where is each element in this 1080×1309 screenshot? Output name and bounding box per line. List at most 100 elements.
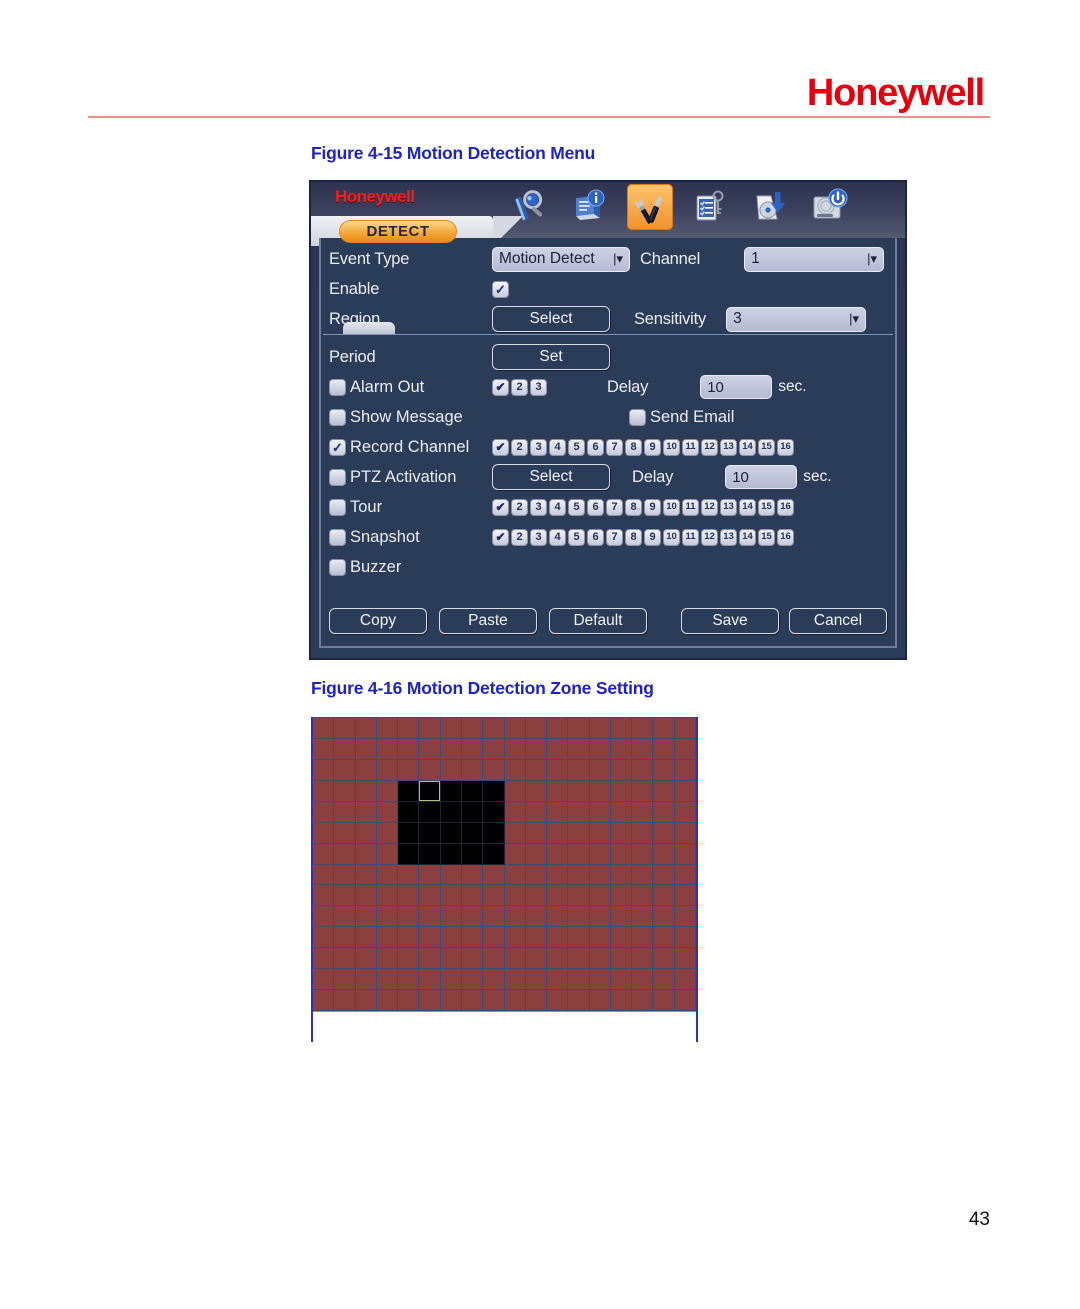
- zone-cell[interactable]: [547, 885, 569, 907]
- snapshot-checkbox[interactable]: [329, 528, 346, 546]
- zone-cell[interactable]: [653, 864, 675, 886]
- zone-cell[interactable]: [334, 906, 356, 928]
- zone-cell[interactable]: [376, 738, 399, 760]
- zone-cell[interactable]: [419, 801, 441, 823]
- zone-cell[interactable]: [355, 759, 377, 781]
- zone-cell[interactable]: [589, 738, 611, 760]
- zone-cell[interactable]: [419, 738, 441, 760]
- zone-cell[interactable]: [483, 864, 505, 886]
- channel-chip-7[interactable]: 7: [606, 438, 623, 456]
- zone-cell[interactable]: [419, 759, 441, 781]
- zone-cell[interactable]: [568, 780, 590, 802]
- zone-cell[interactable]: [589, 718, 611, 739]
- channel-chip-4[interactable]: 4: [549, 438, 566, 456]
- zone-cell[interactable]: [461, 843, 484, 865]
- zone-cell[interactable]: [610, 885, 633, 907]
- zone-cell[interactable]: [355, 843, 377, 865]
- zone-cell[interactable]: [483, 780, 505, 802]
- zone-cell[interactable]: [461, 927, 484, 949]
- zone-cell[interactable]: [440, 969, 462, 991]
- zone-cell[interactable]: [547, 738, 569, 760]
- zone-cell[interactable]: [461, 864, 484, 886]
- zone-cell[interactable]: [674, 990, 696, 1011]
- zone-cell[interactable]: [313, 906, 335, 928]
- zone-cell[interactable]: [547, 822, 569, 844]
- zone-cell[interactable]: [589, 969, 611, 991]
- settings-icon[interactable]: [627, 184, 673, 230]
- zone-cell[interactable]: [674, 822, 696, 844]
- zone-cell[interactable]: [504, 759, 526, 781]
- zone-cell[interactable]: [461, 738, 484, 760]
- zone-cell[interactable]: [504, 780, 526, 802]
- zone-cell[interactable]: [313, 822, 335, 844]
- zone-cell[interactable]: [334, 990, 356, 1011]
- snapshot-channel-chips[interactable]: ✔ 2 3 4 5 6 7 8 9 10 11 12 13 14 15 16: [492, 528, 796, 546]
- zone-cell[interactable]: [355, 718, 377, 739]
- zone-cell[interactable]: [355, 780, 377, 802]
- zone-cell[interactable]: [313, 969, 335, 991]
- channel-chip-15[interactable]: 15: [758, 498, 775, 516]
- zone-cell[interactable]: [313, 990, 335, 1011]
- zone-cell[interactable]: [376, 759, 399, 781]
- tab-detect[interactable]: DETECT: [339, 220, 457, 243]
- zone-cell[interactable]: [568, 948, 590, 970]
- zone-cell[interactable]: [632, 969, 654, 991]
- zone-cell[interactable]: [525, 822, 548, 844]
- zone-cell[interactable]: [334, 738, 356, 760]
- zone-cell[interactable]: [355, 990, 377, 1011]
- zone-cell[interactable]: [589, 759, 611, 781]
- zone-cell[interactable]: [334, 969, 356, 991]
- zone-cell[interactable]: [653, 969, 675, 991]
- channel-chip-8[interactable]: 8: [625, 438, 642, 456]
- zone-cell[interactable]: [674, 801, 696, 823]
- zone-cell[interactable]: [398, 864, 420, 886]
- zone-cell[interactable]: [674, 927, 696, 949]
- channel-select[interactable]: 1 |▾: [744, 246, 885, 272]
- channel-chip-9[interactable]: 9: [644, 528, 661, 546]
- record-channel-checkbox[interactable]: ✓: [329, 438, 346, 456]
- zone-cell[interactable]: [525, 864, 548, 886]
- zone-cell[interactable]: [461, 885, 484, 907]
- zone-cell[interactable]: [674, 738, 696, 760]
- zone-cell[interactable]: [313, 864, 335, 886]
- zone-cell[interactable]: [568, 927, 590, 949]
- channel-chip-12[interactable]: 12: [701, 498, 718, 516]
- zone-cell[interactable]: [398, 885, 420, 907]
- zone-cell[interactable]: [547, 843, 569, 865]
- zone-cell[interactable]: [568, 718, 590, 739]
- show-message-checkbox[interactable]: [329, 408, 346, 426]
- channel-chip-10[interactable]: 10: [663, 498, 680, 516]
- channel-chip-1[interactable]: ✔: [492, 528, 509, 546]
- zone-cell[interactable]: [355, 801, 377, 823]
- default-button[interactable]: Default: [549, 608, 647, 634]
- zone-cell[interactable]: [610, 927, 633, 949]
- zone-cell[interactable]: [632, 948, 654, 970]
- zone-cell[interactable]: [589, 822, 611, 844]
- zone-cell[interactable]: [610, 718, 633, 739]
- zone-cell[interactable]: [419, 906, 441, 928]
- channel-chip-14[interactable]: 14: [739, 438, 756, 456]
- zone-cell[interactable]: [419, 822, 441, 844]
- zone-cell[interactable]: [334, 801, 356, 823]
- zone-cell[interactable]: [547, 780, 569, 802]
- zone-cell[interactable]: [610, 948, 633, 970]
- zone-cell[interactable]: [610, 801, 633, 823]
- zone-cell[interactable]: [355, 738, 377, 760]
- zone-cell[interactable]: [674, 948, 696, 970]
- zone-cell[interactable]: [398, 718, 420, 739]
- zone-cell[interactable]: [504, 843, 526, 865]
- channel-chip-8[interactable]: 8: [625, 528, 642, 546]
- zone-cell[interactable]: [440, 906, 462, 928]
- channel-chip-10[interactable]: 10: [663, 528, 680, 546]
- channel-chip-4[interactable]: 4: [549, 498, 566, 516]
- zone-cell[interactable]: [610, 843, 633, 865]
- zone-cell[interactable]: [653, 801, 675, 823]
- channel-chip-5[interactable]: 5: [568, 438, 585, 456]
- zone-cell[interactable]: [398, 759, 420, 781]
- zone-cell[interactable]: [483, 990, 505, 1011]
- zone-cell[interactable]: [419, 864, 441, 886]
- channel-chip-6[interactable]: 6: [587, 498, 604, 516]
- zone-cell[interactable]: [483, 738, 505, 760]
- zone-cell[interactable]: [568, 738, 590, 760]
- zone-cell[interactable]: [398, 843, 420, 865]
